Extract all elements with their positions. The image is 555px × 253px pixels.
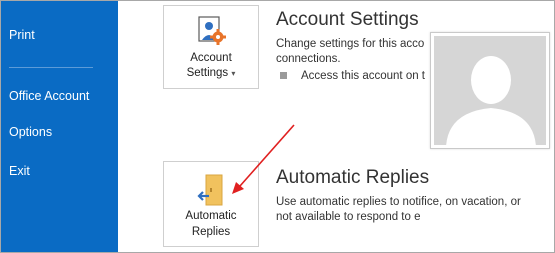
sidebar-item-label: Exit (9, 164, 30, 178)
sidebar-divider (9, 67, 93, 68)
sidebar-item-label: Print (9, 28, 35, 42)
sidebar-item-print[interactable]: Print (1, 20, 118, 50)
account-settings-button[interactable]: Account Settings ▾ (163, 5, 259, 89)
sidebar-item-options[interactable]: Options (1, 117, 118, 147)
backstage-sidebar: Print Office Account Options Exit (1, 1, 118, 252)
account-settings-bullet-text: Access this account on t (301, 70, 426, 82)
automatic-replies-label-line2: Replies (191, 226, 231, 238)
account-settings-description-line2: connections. (276, 53, 341, 65)
door-arrow-icon (197, 174, 227, 206)
sidebar-item-label: Options (9, 125, 53, 139)
person-gear-icon (198, 16, 226, 46)
account-settings-title: Account Settings (276, 9, 419, 30)
account-settings-label-text: Settings (186, 67, 229, 79)
backstage-view: Print Office Account Options Exit Accoun… (0, 0, 555, 253)
account-settings-description-line1: Change settings for this acco (276, 38, 425, 50)
automatic-replies-description-line1: Use automatic replies to notifice, on va… (276, 196, 521, 208)
sidebar-item-office-account[interactable]: Office Account (1, 81, 118, 111)
sidebar-item-exit[interactable]: Exit (1, 156, 118, 186)
bullet-icon (280, 72, 287, 79)
automatic-replies-label-line1: Automatic (185, 210, 237, 222)
automatic-replies-description-line2: not available to respond to e (276, 211, 421, 223)
profile-photo[interactable] (430, 32, 550, 149)
person-silhouette-icon (434, 36, 546, 145)
account-settings-label-line1: Account (190, 52, 232, 64)
automatic-replies-button[interactable]: Automatic Replies (163, 161, 259, 247)
chevron-down-icon: ▾ (231, 69, 236, 78)
sidebar-item-label: Office Account (9, 89, 90, 103)
account-settings-label-line2: Settings ▾ (164, 66, 258, 81)
automatic-replies-title: Automatic Replies (276, 167, 430, 188)
